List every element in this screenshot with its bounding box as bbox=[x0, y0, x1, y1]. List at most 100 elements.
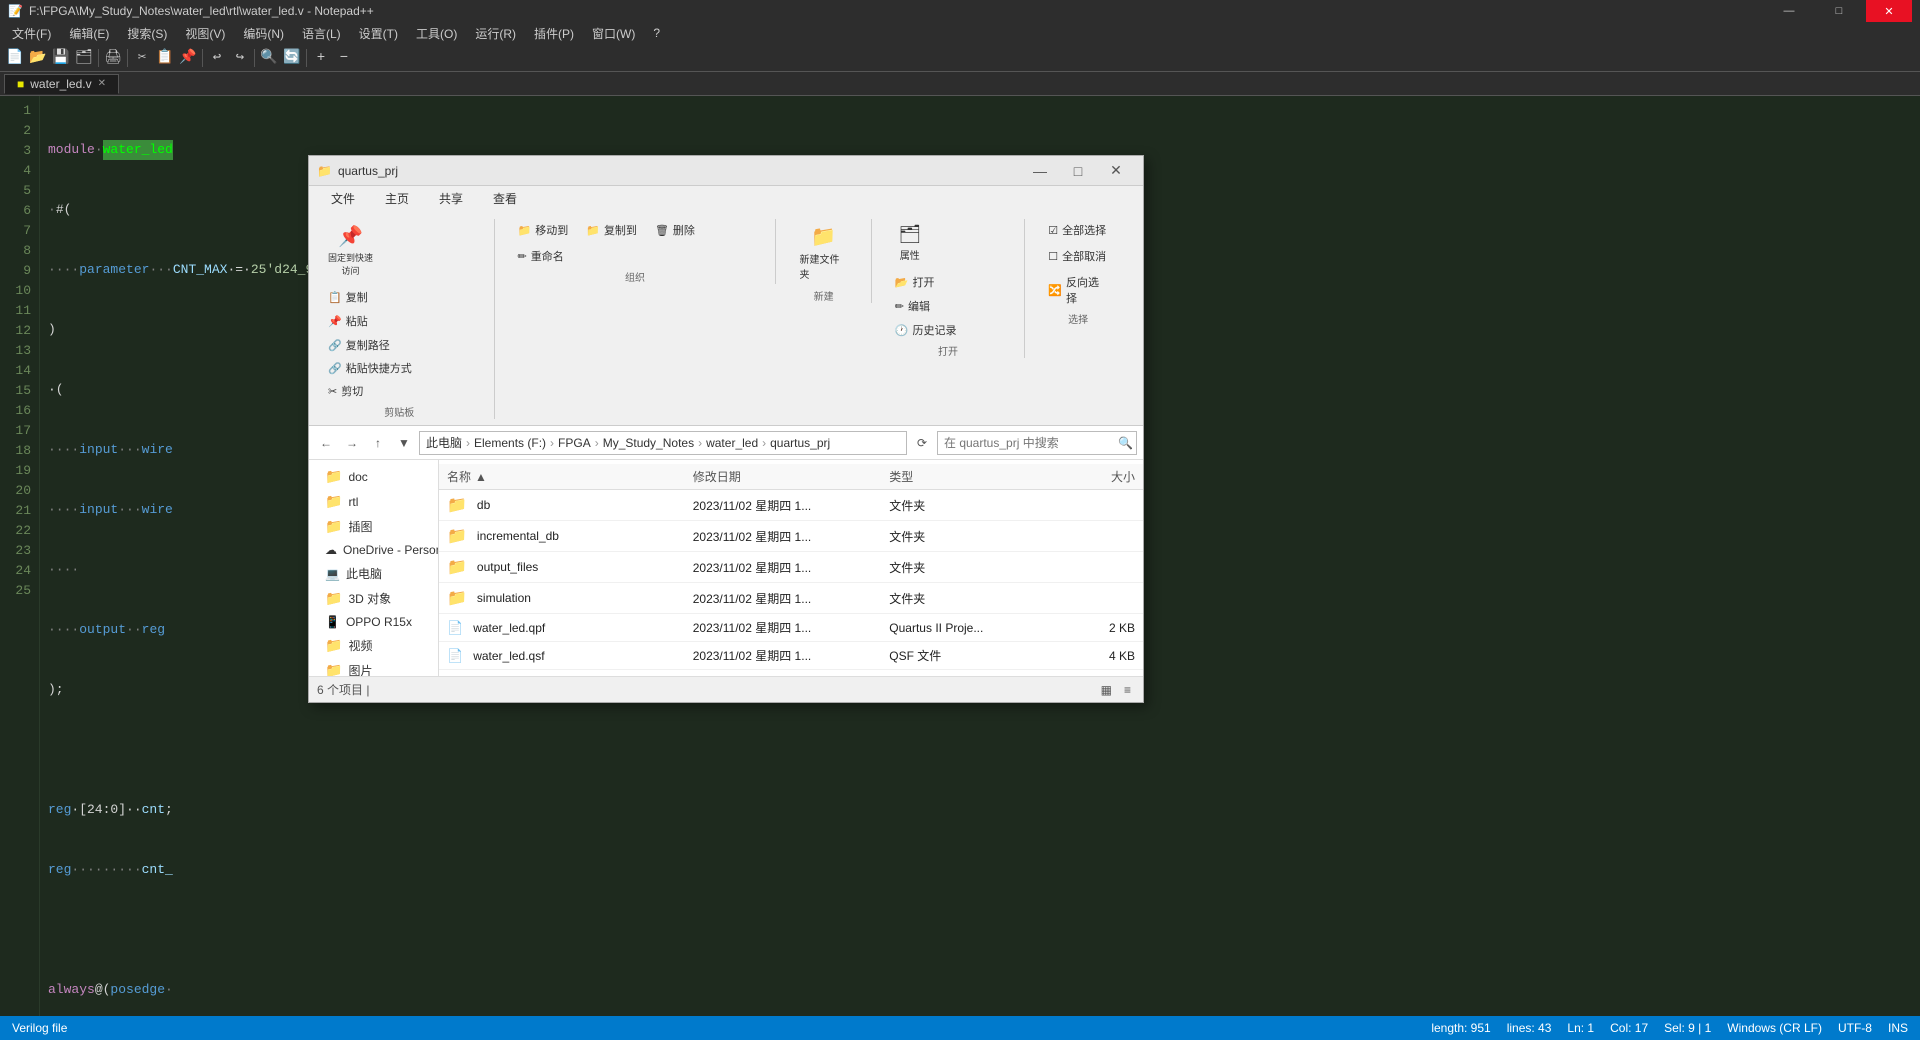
col-date[interactable]: 修改日期 bbox=[693, 468, 890, 485]
menu-language[interactable]: 语言(L) bbox=[294, 23, 349, 44]
fe-pin-button[interactable]: 📌 固定到快速访问 bbox=[321, 219, 380, 282]
file-row-water-led-qsf[interactable]: 📄 water_led.qsf 2023/11/02 星期四 1... QSF … bbox=[439, 642, 1143, 670]
file-row-water-led-qpf[interactable]: 📄 water_led.qpf 2023/11/02 星期四 1... Quar… bbox=[439, 614, 1143, 642]
col-name[interactable]: 名称 ▲ bbox=[447, 468, 693, 485]
tab-close-icon[interactable]: ✕ bbox=[98, 78, 106, 89]
line-num-10: 10 bbox=[0, 280, 39, 300]
fe-search-input[interactable] bbox=[937, 431, 1137, 455]
breadcrumb-part-1[interactable]: Elements (F:) bbox=[474, 436, 546, 450]
fe-select-none-button[interactable]: ☐ 全部取消 bbox=[1041, 245, 1115, 267]
breadcrumb-part-5[interactable]: quartus_prj bbox=[770, 436, 830, 450]
menu-plugins[interactable]: 插件(P) bbox=[526, 23, 582, 44]
menu-file[interactable]: 文件(F) bbox=[4, 23, 59, 44]
fe-view-list-button[interactable]: ≡ bbox=[1120, 681, 1135, 699]
undo-button[interactable]: ↩ bbox=[206, 47, 228, 69]
line-num-21: 21 bbox=[0, 500, 39, 520]
find-button[interactable]: 🔍 bbox=[258, 47, 280, 69]
fe-edit-button[interactable]: ✏ 编辑 bbox=[888, 295, 964, 317]
menu-edit[interactable]: 编辑(E) bbox=[61, 23, 117, 44]
file-row-db[interactable]: 📁 db 2023/11/02 星期四 1... 文件夹 bbox=[439, 490, 1143, 521]
col-size[interactable]: 大小 bbox=[1037, 468, 1135, 485]
zoom-in-button[interactable]: + bbox=[310, 47, 332, 69]
fe-forward-button[interactable]: → bbox=[341, 432, 363, 454]
fe-refresh-button[interactable]: ⟳ bbox=[911, 432, 933, 454]
sidebar-item-pictures[interactable]: 📁 图片 bbox=[309, 658, 438, 676]
breadcrumb-part-0[interactable]: 此电脑 bbox=[426, 434, 462, 451]
fe-recent-button[interactable]: ▼ bbox=[393, 432, 415, 454]
paste-button[interactable]: 📌 bbox=[177, 47, 199, 69]
fe-view-grid-button[interactable]: ▦ bbox=[1097, 681, 1116, 699]
fe-history-button[interactable]: 🕐 历史记录 bbox=[888, 319, 964, 341]
menu-encoding[interactable]: 编码(N) bbox=[235, 23, 292, 44]
fe-back-button[interactable]: ← bbox=[315, 432, 337, 454]
fe-close-button[interactable]: ✕ bbox=[1097, 156, 1135, 186]
fe-paste-button[interactable]: 📌 粘贴 bbox=[321, 310, 419, 332]
fe-maximize-button[interactable]: □ bbox=[1059, 156, 1097, 186]
menu-window[interactable]: 窗口(W) bbox=[584, 23, 643, 44]
new-file-button[interactable]: 📄 bbox=[4, 47, 26, 69]
redo-button[interactable]: ↪ bbox=[229, 47, 251, 69]
fe-copy-to-button[interactable]: 📁 复制到 bbox=[579, 219, 644, 241]
replace-button[interactable]: 🔄 bbox=[281, 47, 303, 69]
open-file-button[interactable]: 📂 bbox=[27, 47, 49, 69]
fe-minimize-button[interactable]: — bbox=[1021, 156, 1059, 186]
sidebar-item-rtl[interactable]: 📁 rtl bbox=[309, 489, 438, 514]
editor-tab-water-led[interactable]: ■ water_led.v ✕ bbox=[4, 74, 119, 94]
sidebar-item-onedrive[interactable]: ☁ OneDrive - Persona... bbox=[309, 539, 438, 561]
fe-properties-button[interactable]: 🗂 属性 bbox=[888, 219, 932, 267]
menu-view[interactable]: 视图(V) bbox=[177, 23, 233, 44]
minimize-button[interactable]: — bbox=[1766, 0, 1812, 22]
sidebar-item-video[interactable]: 📁 视频 bbox=[309, 633, 438, 658]
fe-move-to-button[interactable]: 📁 移动到 bbox=[511, 219, 576, 241]
copy-button[interactable]: 📋 bbox=[154, 47, 176, 69]
fe-tab-file[interactable]: 文件 bbox=[317, 186, 369, 213]
fe-ribbon-btns-clipboard: 📌 固定到快速访问 📋 复制 📌 粘贴 bbox=[321, 219, 478, 402]
fe-invert-selection-button[interactable]: 🔀 反向选择 bbox=[1041, 271, 1115, 309]
fe-tab-home[interactable]: 主页 bbox=[371, 186, 423, 213]
sidebar-item-3d[interactable]: 📁 3D 对象 bbox=[309, 586, 438, 611]
breadcrumb-part-2[interactable]: FPGA bbox=[558, 436, 591, 450]
fe-cut-button[interactable]: ✂ 剪切 bbox=[321, 380, 419, 402]
cut-button[interactable]: ✂ bbox=[131, 47, 153, 69]
fe-clipboard-sub: 🔗 复制路径 🔗 粘贴快捷方式 ✂ 剪切 bbox=[321, 334, 419, 402]
file-row-output-files[interactable]: 📁 output_files 2023/11/02 星期四 1... 文件夹 bbox=[439, 552, 1143, 583]
sidebar-label-3d: 3D 对象 bbox=[348, 590, 391, 607]
sidebar-item-pc[interactable]: 💻 此电脑 bbox=[309, 561, 438, 586]
sidebar-item-oppo[interactable]: 📱 OPPO R15x bbox=[309, 611, 438, 633]
breadcrumb-part-4[interactable]: water_led bbox=[706, 436, 758, 450]
save-button[interactable]: 💾 bbox=[50, 47, 72, 69]
fe-copy-path-button[interactable]: 🔗 复制路径 bbox=[321, 334, 419, 356]
app-icon: 📝 bbox=[8, 4, 23, 18]
menu-settings[interactable]: 设置(T) bbox=[351, 23, 406, 44]
close-button[interactable]: ✕ bbox=[1866, 0, 1912, 22]
fe-select-all-button[interactable]: ☑ 全部选择 bbox=[1041, 219, 1115, 241]
fe-tab-view[interactable]: 查看 bbox=[479, 186, 531, 213]
sidebar-item-charts[interactable]: 📁 插图 bbox=[309, 514, 438, 539]
fe-open-button[interactable]: 📂 打开 bbox=[888, 271, 964, 293]
maximize-button[interactable]: □ bbox=[1816, 0, 1862, 22]
zoom-out-button[interactable]: − bbox=[333, 47, 355, 69]
menu-run[interactable]: 运行(R) bbox=[467, 23, 524, 44]
col-type[interactable]: 类型 bbox=[889, 468, 1036, 485]
fe-up-button[interactable]: ↑ bbox=[367, 432, 389, 454]
fe-rename-button[interactable]: ✏ 重命名 bbox=[511, 245, 571, 267]
fe-file-list[interactable]: 名称 ▲ 修改日期 类型 大小 📁 db 2023/11 bbox=[439, 460, 1143, 676]
file-row-incremental-db[interactable]: 📁 incremental_db 2023/11/02 星期四 1... 文件夹 bbox=[439, 521, 1143, 552]
fe-paste-shortcut-button[interactable]: 🔗 粘贴快捷方式 bbox=[321, 357, 419, 379]
menu-help[interactable]: ? bbox=[645, 24, 668, 42]
print-button[interactable]: 🖨 bbox=[102, 47, 124, 69]
sidebar-item-doc[interactable]: 📁 doc bbox=[309, 464, 438, 489]
menu-tools[interactable]: 工具(O) bbox=[408, 23, 465, 44]
save-all-button[interactable]: 🗂 bbox=[73, 47, 95, 69]
file-row-simulation[interactable]: 📁 simulation 2023/11/02 星期四 1... 文件夹 bbox=[439, 583, 1143, 614]
fe-delete-button[interactable]: 🗑 删除 bbox=[648, 219, 702, 241]
fe-new-folder-button[interactable]: 📁 新建文件夹 bbox=[792, 219, 854, 286]
breadcrumb-part-3[interactable]: My_Study_Notes bbox=[603, 436, 694, 450]
menu-search[interactable]: 搜索(S) bbox=[119, 23, 175, 44]
fe-copy-button[interactable]: 📋 复制 bbox=[321, 286, 419, 308]
fe-tab-share[interactable]: 共享 bbox=[425, 186, 477, 213]
fe-breadcrumb[interactable]: 此电脑 › Elements (F:) › FPGA › My_Study_No… bbox=[419, 431, 907, 455]
file-date-qsf: 2023/11/02 星期四 1... bbox=[693, 647, 890, 664]
file-size-qsf: 4 KB bbox=[1037, 649, 1135, 663]
col-date-label: 修改日期 bbox=[693, 470, 741, 484]
